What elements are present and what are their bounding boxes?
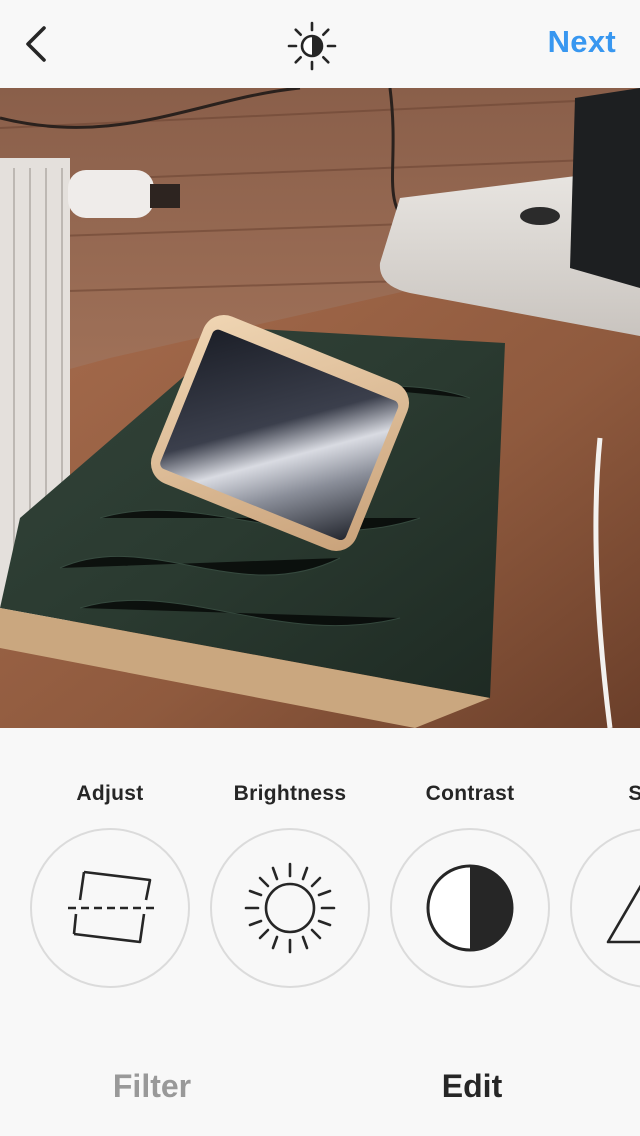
photo-edit-screen: Next Adjust Brightness Contrast S Filter… (0, 0, 640, 1136)
structure-icon (606, 884, 640, 944)
tool-adjust-circle (30, 828, 190, 988)
tool-adjust-label: Adjust (76, 782, 144, 805)
contrast-icon (426, 864, 514, 952)
top-bar: Next (0, 0, 640, 88)
chevron-left-icon (26, 26, 46, 62)
tool-brightness-label: Brightness (233, 782, 347, 805)
tool-structure[interactable]: Stru (570, 728, 640, 1008)
tool-contrast-label: Contrast (425, 782, 515, 805)
adjust-icon (68, 870, 154, 944)
tool-contrast[interactable]: Contrast (390, 728, 570, 1008)
lux-sun-half-icon (287, 21, 337, 71)
brightness-icon (244, 862, 336, 954)
tool-contrast-circle (390, 828, 550, 988)
tool-structure-circle (570, 828, 640, 988)
back-button[interactable] (14, 22, 58, 66)
photo-preview (0, 88, 640, 728)
tab-filter[interactable]: Filter (0, 1068, 312, 1105)
next-button[interactable]: Next (548, 24, 616, 60)
tool-adjust[interactable]: Adjust (30, 728, 210, 1008)
tab-edit[interactable]: Edit (312, 1068, 632, 1105)
tools-strip: Adjust Brightness Contrast S (0, 728, 640, 1028)
bottom-tab-bar: Filter Edit (0, 1040, 640, 1136)
tool-structure-label: Stru (628, 782, 640, 805)
tool-brightness[interactable]: Brightness (210, 728, 390, 1008)
photo-image (0, 88, 640, 728)
tool-brightness-circle (210, 828, 370, 988)
lux-button[interactable] (286, 20, 338, 72)
